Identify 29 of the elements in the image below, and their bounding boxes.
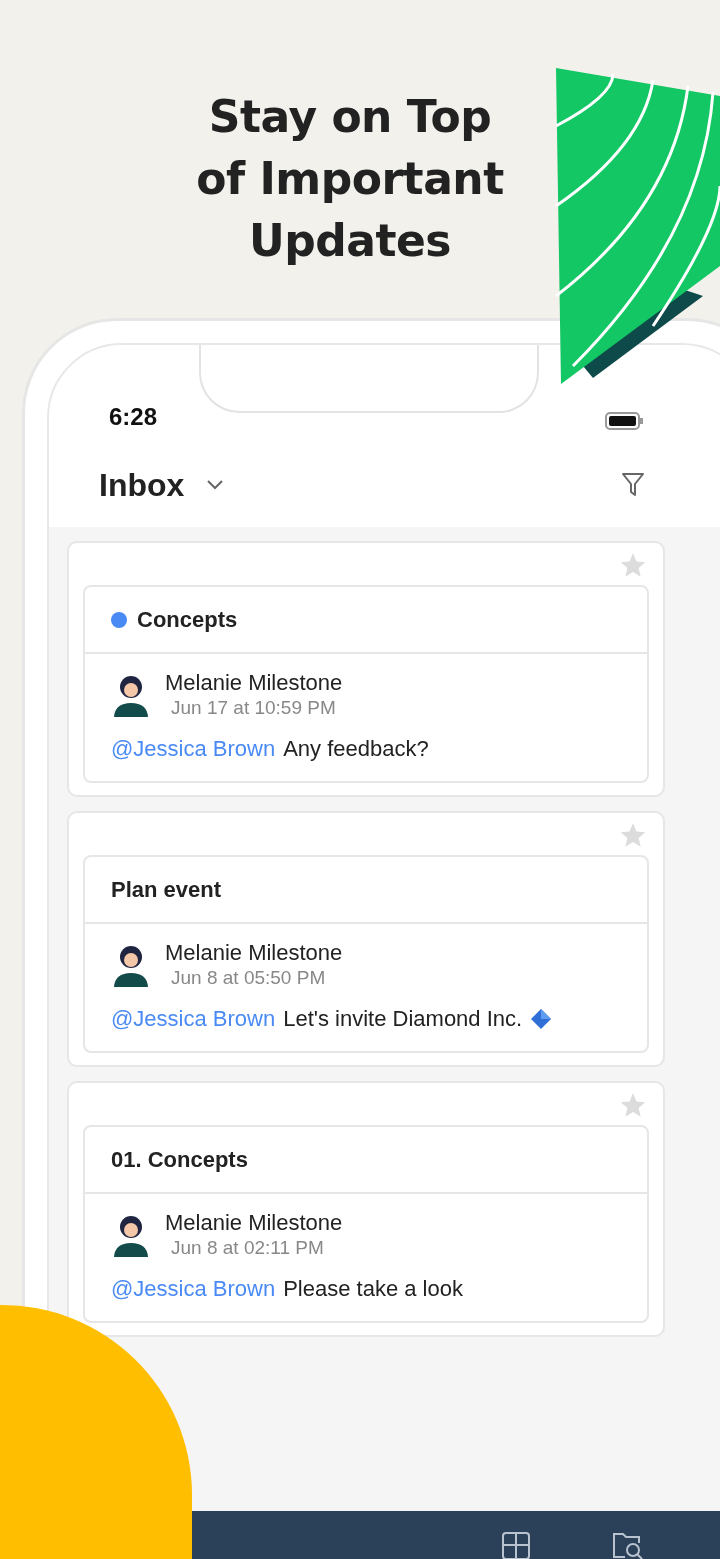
message-date: Jun 8 at 02:11 PM (171, 1236, 325, 1260)
avatar-icon (111, 673, 151, 717)
grid-icon[interactable] (501, 1531, 531, 1559)
author-name: Melanie Milestone (165, 940, 343, 966)
author-name: Melanie Milestone (165, 670, 343, 696)
message-date: Jun 17 at 10:59 PM (171, 696, 337, 720)
thread-card[interactable]: 01. Concepts Melanie Milestone Jun 8 at 02:11 PM @Jessica Brown Please take a look (67, 1081, 665, 1337)
folder-search-icon[interactable] (611, 1531, 645, 1559)
thread-card[interactable]: Concepts Melanie Milestone Jun 17 at 10:59 PM @Jessica Brown Any feedback? (67, 541, 665, 797)
message-text: Let's invite Diamond Inc. (283, 1005, 523, 1033)
headline: Stay on Top of Important Updates (195, 90, 505, 268)
message-text: Any feedback? (283, 735, 429, 763)
thread-card[interactable]: Plan event Melanie Milestone Jun 8 at 05:50 PM @Jessica Brown Let's invite Diamond Inc. (67, 811, 665, 1067)
thread-title: Plan event (111, 876, 222, 904)
avatar-icon (111, 1213, 151, 1257)
star-icon[interactable] (619, 551, 647, 579)
thread-title: Concepts (137, 606, 238, 634)
status-time: 6:28 (109, 402, 158, 432)
star-icon[interactable] (619, 821, 647, 849)
chevron-down-icon[interactable] (206, 479, 225, 491)
author-name: Melanie Milestone (165, 1210, 343, 1236)
filter-icon[interactable] (621, 472, 645, 498)
avatar-icon (111, 943, 151, 987)
thread-title: 01. Concepts (111, 1146, 248, 1174)
star-icon[interactable] (619, 1091, 647, 1119)
inbox-title[interactable]: Inbox (99, 461, 185, 509)
message-text: Please take a look (283, 1275, 463, 1303)
message-date: Jun 8 at 05:50 PM (171, 966, 327, 990)
battery-icon (605, 411, 645, 431)
